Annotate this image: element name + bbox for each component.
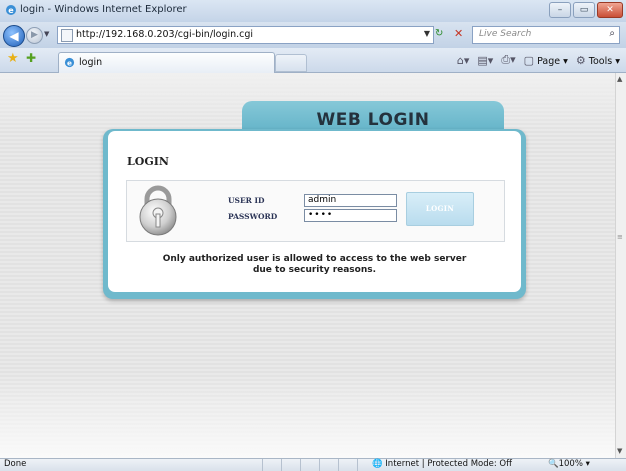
access-notice: Only authorized user is allowed to acces… <box>108 254 521 276</box>
window-titlebar: e login - Windows Internet Explorer – ▭ … <box>0 0 626 23</box>
page-icon <box>61 29 73 42</box>
web-login-title: WEB LOGIN <box>316 110 430 130</box>
stop-icon[interactable]: ✕ <box>454 27 463 40</box>
password-label: PASSWORD <box>228 212 278 221</box>
user-id-label: USER ID <box>228 196 265 205</box>
svg-text:e: e <box>8 6 14 15</box>
svg-text:e: e <box>67 58 72 67</box>
refresh-icon[interactable]: ↻ <box>435 28 443 39</box>
user-id-input[interactable]: admin <box>304 194 397 207</box>
history-dropdown-icon[interactable]: ▼ <box>44 30 49 38</box>
print-icon[interactable]: ⎙▾ <box>501 53 515 67</box>
page-menu-label: Page <box>537 55 561 67</box>
notice-line-2: due to security reasons. <box>252 265 377 275</box>
status-pane <box>338 459 357 471</box>
tab-login[interactable]: e login <box>58 52 275 73</box>
feeds-icon[interactable]: ▤▾ <box>477 54 493 67</box>
status-pane <box>300 459 319 471</box>
zoom-icon: 🔍 <box>548 459 559 469</box>
search-icon[interactable]: ⌕ <box>609 28 615 39</box>
forward-button[interactable]: ▶ <box>26 27 43 44</box>
maximize-button[interactable]: ▭ <box>573 2 595 18</box>
window-controls: – ▭ ✕ <box>549 2 623 18</box>
favorites-star-icon[interactable]: ★ <box>7 51 19 66</box>
zoom-label: 100% <box>558 459 583 469</box>
url-text: http://192.168.0.203/cgi-bin/login.cgi <box>76 29 254 40</box>
scroll-up-icon[interactable]: ▲ <box>617 75 622 83</box>
url-input[interactable]: http://192.168.0.203/cgi-bin/login.cgi ▼ <box>57 26 434 44</box>
status-pane <box>319 459 338 471</box>
globe-icon: 🌐 <box>372 459 383 469</box>
login-button[interactable]: LOGIN <box>406 192 474 226</box>
login-heading: LOGIN <box>127 155 169 168</box>
status-text: Done <box>4 459 27 469</box>
gear-icon: ⚙ <box>575 53 586 67</box>
tools-menu-label: Tools <box>588 55 613 67</box>
page-menu[interactable]: ▢ Page ▾ <box>524 54 568 67</box>
notice-line-1: Only authorized user is allowed to acces… <box>162 254 467 264</box>
tools-menu[interactable]: ⚙ Tools ▾ <box>576 54 620 67</box>
page-icon: ▢ <box>523 53 535 67</box>
address-bar: ◀ ▶ ▼ http://192.168.0.203/cgi-bin/login… <box>0 22 626 48</box>
back-button[interactable]: ◀ <box>3 25 25 47</box>
vertical-scrollbar[interactable]: ▲ ≡ ▼ <box>615 73 626 458</box>
command-tools: ⌂▾ ▤▾ ⎙▾ ▢ Page ▾ ⚙ Tools ▾ <box>457 53 620 67</box>
zoom-level[interactable]: 🔍100% ▾ <box>548 459 590 469</box>
ie-logo-icon: e <box>6 5 16 15</box>
status-pane <box>281 459 300 471</box>
scroll-down-icon[interactable]: ▼ <box>617 447 622 455</box>
status-bar: Done 🌐 Internet | Protected Mode: Off 🔍1… <box>0 458 626 471</box>
security-zone-label: Internet | Protected Mode: Off <box>385 459 512 469</box>
search-input[interactable]: Live Search ⌕ <box>472 26 620 44</box>
background-fade-bottom <box>0 373 615 458</box>
home-icon[interactable]: ⌂▾ <box>457 54 470 67</box>
search-placeholder: Live Search <box>479 29 532 39</box>
close-button[interactable]: ✕ <box>597 2 623 18</box>
ie-tab-icon: e <box>64 57 75 67</box>
security-zone[interactable]: 🌐 Internet | Protected Mode: Off <box>372 459 512 469</box>
minimize-button[interactable]: – <box>549 2 571 18</box>
status-panes <box>262 459 376 471</box>
padlock-icon <box>139 185 177 236</box>
tab-label: login <box>79 57 103 68</box>
window-title: login - Windows Internet Explorer <box>20 4 187 15</box>
scroll-grip-icon[interactable]: ≡ <box>617 233 623 241</box>
add-favorites-icon[interactable]: ✚ <box>26 51 36 65</box>
password-input[interactable]: •••• <box>304 209 397 222</box>
url-dropdown-icon[interactable]: ▼ <box>424 29 430 38</box>
command-bar: ★ ✚ e login ⌂▾ ▤▾ ⎙▾ ▢ Page ▾ ⚙ Tools ▾ <box>0 48 626 73</box>
status-pane <box>262 459 281 471</box>
new-tab-button[interactable] <box>275 54 307 72</box>
